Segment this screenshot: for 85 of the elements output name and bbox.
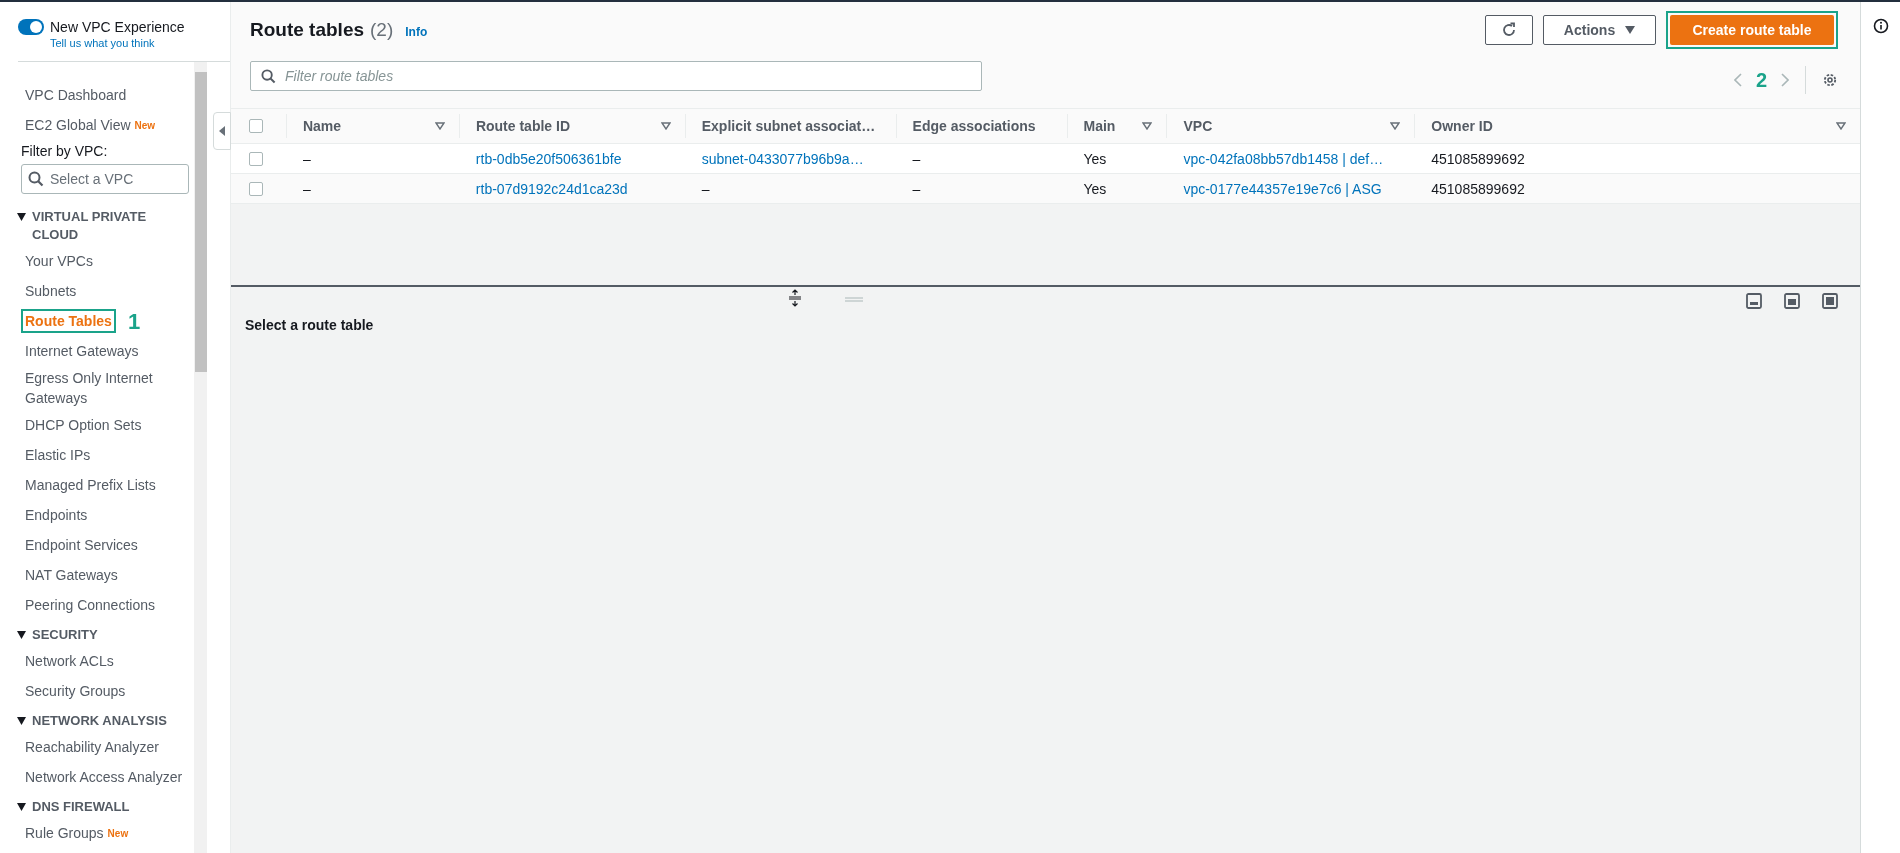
page-title: Route tables bbox=[250, 17, 365, 42]
select-all-checkbox[interactable] bbox=[249, 119, 263, 133]
column-header[interactable]: Explicit subnet associat… bbox=[701, 115, 876, 137]
nav-link[interactable]: Elastic IPs bbox=[25, 445, 91, 465]
toggle-label: New VPC Experience bbox=[50, 18, 185, 36]
nav-link[interactable]: Peering Connections bbox=[25, 595, 155, 615]
section-heading[interactable]: DNS FIREWALL bbox=[32, 798, 172, 816]
refresh-icon bbox=[1501, 22, 1517, 38]
filter-label: Filter by VPC: bbox=[21, 141, 109, 161]
nav-link[interactable]: Network Access Analyzer bbox=[25, 767, 183, 787]
nav-link[interactable]: EC2 Global View bbox=[25, 115, 131, 135]
caret-icon bbox=[1625, 26, 1636, 34]
column-header[interactable]: Name bbox=[302, 115, 342, 137]
resize-handle-icon[interactable] bbox=[788, 289, 802, 307]
row-checkbox[interactable] bbox=[249, 181, 263, 196]
column-header[interactable]: Main bbox=[1083, 115, 1116, 137]
scrollbar[interactable] bbox=[194, 62, 207, 853]
refresh-button[interactable] bbox=[1485, 15, 1533, 45]
search-icon bbox=[28, 171, 44, 187]
table-link[interactable]: vpc-042fa08bb57db1458 | def… bbox=[1183, 150, 1384, 167]
column-header[interactable]: Edge associations bbox=[912, 115, 1036, 137]
sort-icon[interactable] bbox=[1142, 122, 1153, 130]
collapse-sidebar-button[interactable] bbox=[213, 112, 231, 150]
nav-link[interactable]: Your VPCs bbox=[25, 251, 93, 271]
vpc-select-field[interactable]: Select a VPC bbox=[21, 164, 189, 194]
sort-icon[interactable] bbox=[1390, 122, 1401, 130]
feedback-link[interactable]: Tell us what you think bbox=[50, 36, 185, 50]
nav-link[interactable]: Managed Prefix Lists bbox=[25, 475, 156, 495]
step-number: 1 bbox=[127, 307, 141, 336]
table-cell: 451085899692 bbox=[1431, 180, 1525, 197]
nav-link[interactable]: VPC Dashboard bbox=[25, 85, 127, 105]
sort-icon[interactable] bbox=[660, 122, 671, 130]
table-cell: – bbox=[302, 180, 311, 197]
step-number: 2 bbox=[1755, 68, 1767, 93]
info-icon[interactable] bbox=[1872, 18, 1889, 34]
caret-icon[interactable] bbox=[17, 717, 26, 725]
actions-button[interactable]: Actions bbox=[1543, 15, 1656, 45]
table-link[interactable]: vpc-0177e44357e19e7c6 | ASG bbox=[1183, 180, 1382, 197]
drag-handle-icon[interactable] bbox=[845, 297, 863, 302]
search-icon bbox=[261, 69, 276, 84]
nav-link[interactable]: Subnets bbox=[25, 281, 77, 301]
settings-icon[interactable] bbox=[1822, 72, 1838, 88]
table-cell: – bbox=[302, 150, 311, 167]
table-cell: Yes bbox=[1083, 180, 1107, 197]
sort-icon[interactable] bbox=[434, 122, 445, 130]
table-cell: – bbox=[701, 180, 710, 197]
caret-icon bbox=[219, 126, 225, 136]
nav-link[interactable]: Reachability Analyzer bbox=[25, 737, 159, 757]
column-header[interactable]: VPC bbox=[1183, 115, 1213, 137]
caret-icon[interactable] bbox=[17, 213, 26, 221]
sort-icon[interactable] bbox=[1836, 122, 1846, 130]
table-cell: Yes bbox=[1083, 150, 1107, 167]
table-link[interactable]: rtb-07d9192c24d1ca23d bbox=[475, 180, 628, 197]
nav-link[interactable]: Security Groups bbox=[25, 681, 126, 701]
nav-link[interactable]: Endpoint Services bbox=[25, 535, 138, 555]
item-count: (2) bbox=[370, 17, 394, 42]
filter-field[interactable]: Filter route tables bbox=[250, 61, 982, 91]
new-label: New bbox=[134, 118, 156, 133]
caret-icon[interactable] bbox=[17, 803, 26, 811]
table-cell: 451085899692 bbox=[1431, 150, 1525, 167]
nav-link[interactable]: Internet Gateways bbox=[25, 341, 139, 361]
info-link[interactable]: Info bbox=[405, 22, 428, 41]
caret-icon[interactable] bbox=[17, 631, 26, 639]
table-link[interactable]: rtb-0db5e20f506361bfe bbox=[475, 150, 622, 167]
panel-bottom-icon[interactable] bbox=[1746, 293, 1762, 309]
panel-full-icon[interactable] bbox=[1822, 293, 1838, 309]
nav-link[interactable]: Network ACLs bbox=[25, 651, 114, 671]
table-cell: – bbox=[912, 180, 921, 197]
table-cell: – bbox=[912, 150, 921, 167]
table-link[interactable]: subnet-0433077b96b9a… bbox=[701, 150, 864, 167]
nav-link[interactable]: Egress Only Internet Gateways bbox=[25, 368, 155, 408]
new-label: New bbox=[107, 826, 129, 841]
nav-link[interactable]: Rule Groups bbox=[25, 823, 104, 843]
panel-title: Select a route table bbox=[244, 316, 375, 335]
toggle-switch[interactable] bbox=[18, 19, 44, 35]
panel-middle-icon[interactable] bbox=[1784, 293, 1800, 309]
row-checkbox[interactable] bbox=[249, 151, 263, 166]
column-header[interactable]: Owner ID bbox=[1431, 115, 1493, 137]
nav-link[interactable]: NAT Gateways bbox=[25, 565, 118, 585]
section-heading[interactable]: VIRTUAL PRIVATE CLOUD bbox=[32, 208, 172, 244]
nav-link[interactable]: Endpoints bbox=[25, 505, 88, 525]
section-heading[interactable]: SECURITY bbox=[32, 626, 172, 644]
column-header[interactable]: Route table ID bbox=[475, 115, 570, 137]
nav-link[interactable]: DHCP Option Sets bbox=[25, 415, 142, 435]
section-heading[interactable]: NETWORK ANALYSIS bbox=[32, 712, 172, 730]
